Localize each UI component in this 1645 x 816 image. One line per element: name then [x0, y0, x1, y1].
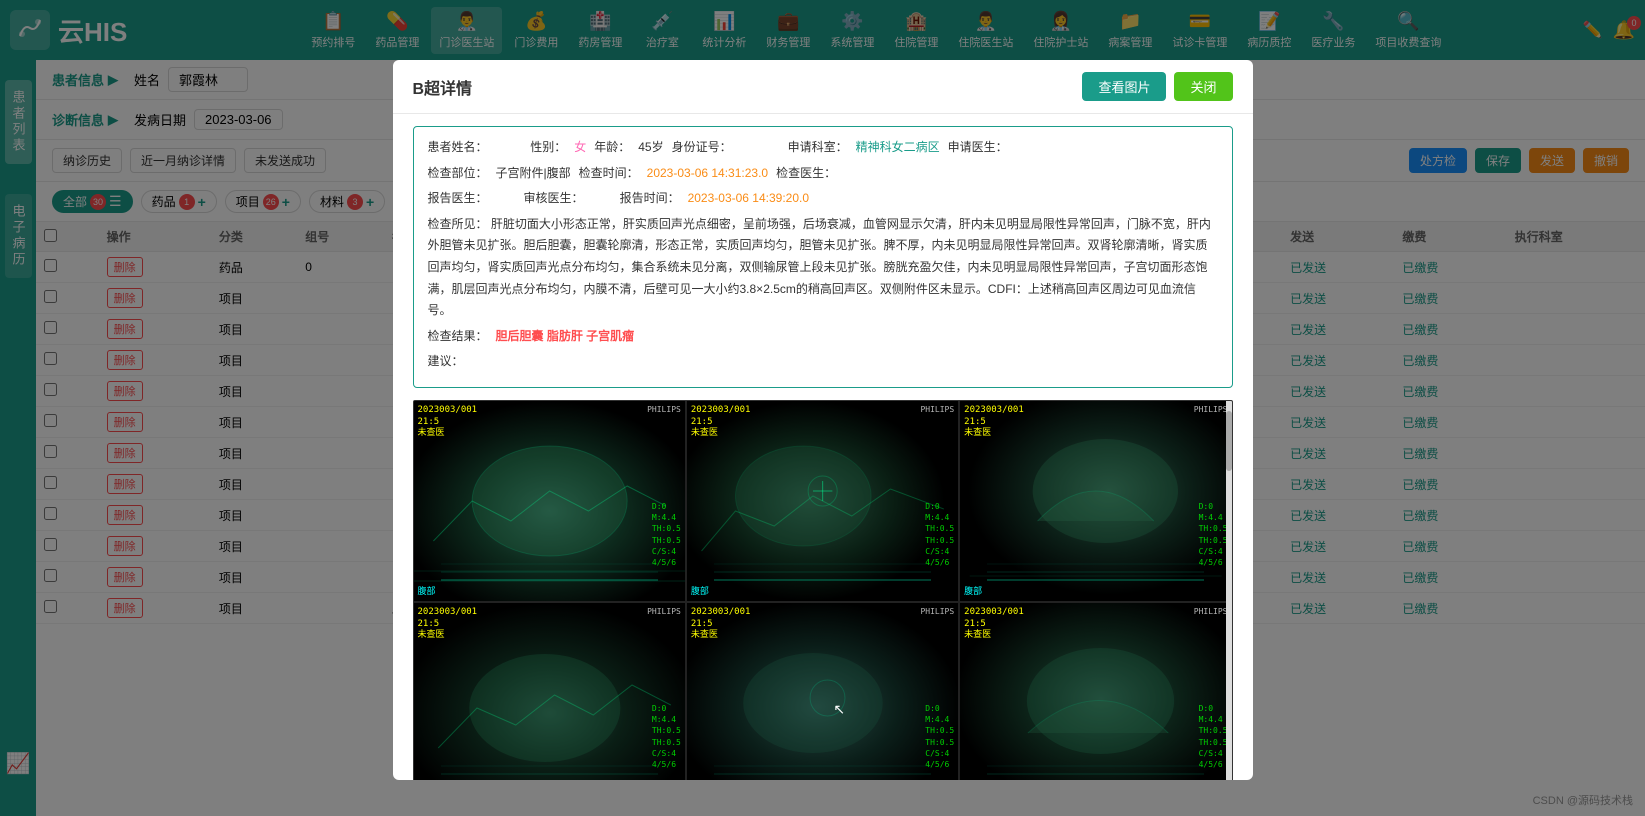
us-label-2: 2023003/00121:5未查医 — [691, 405, 751, 440]
scrollbar[interactable] — [1226, 401, 1232, 780]
exam-time-value: 2023-03-06 14:31:23.0 — [647, 163, 768, 185]
us-measure-2: D:0M:4.4TH:0.5TH:0.5C/S:44/5/6 — [925, 501, 954, 568]
patient-name-value — [496, 137, 523, 159]
findings-text: 肝脏切面大小形态正常，肝实质回声光点细密，呈前场强，后场衰减，血管网显示欠清，肝… — [428, 217, 1211, 317]
us-image-5: 2023003/00121:5未查医 PHILIPS 腹部 D:0M:4.4TH… — [687, 603, 958, 780]
request-doctor-label: 申请医生： — [948, 137, 1008, 159]
scrollbar-thumb[interactable] — [1226, 411, 1232, 471]
us-bottom-1: 腹部 — [418, 584, 436, 597]
us-label-5: 2023003/00121:5未查医 — [691, 607, 751, 642]
modal-body: 患者姓名： 性别： 女 年龄： 45岁 身份证号： 申请科室： 精神科女二病区 … — [393, 114, 1253, 780]
us-brand-1: PHILIPS — [647, 405, 681, 414]
us-image-1: 2023003/00121:5未查医 PHILIPS 腹部 D:0M:4.4TH… — [414, 401, 685, 601]
us-label-3: 2023003/00121:5未查医 — [964, 405, 1024, 440]
gender-label: 性别： — [530, 137, 566, 159]
us-label-4: 2023003/00121:5未查医 — [418, 607, 478, 642]
us-measure-3: D:0M:4.4TH:0.5TH:0.5C/S:44/5/6 — [1199, 501, 1228, 568]
age-label: 年龄： — [594, 137, 630, 159]
report-doctor-value — [496, 188, 516, 210]
us-image-4: 2023003/00121:5未查医 PHILIPS 腹部 D:0M:4.4TH… — [414, 603, 685, 780]
review-doctor-label: 审核医生： — [524, 188, 584, 210]
us-brand-6: PHILIPS — [1194, 607, 1228, 616]
exam-doctor-label: 检查医生： — [776, 163, 836, 185]
report-time-label: 报告时间： — [620, 188, 680, 210]
age-value: 45岁 — [638, 137, 663, 159]
review-doctor-value — [592, 188, 612, 210]
us-label-1: 2023003/00121:5未查医 — [418, 405, 478, 440]
exam-location-value: 子宫附件|腹部 — [496, 163, 571, 185]
suggestion-label: 建议： — [428, 351, 464, 373]
us-bottom-3: 腹部 — [964, 584, 982, 597]
us-image-6: 2023003/00121:5未查医 PHILIPS 腹部 D:0M:4.4TH… — [960, 603, 1231, 780]
findings-label: 检查所见： — [428, 217, 488, 231]
us-measure-5: D:0M:4.4TH:0.5TH:0.5C/S:44/5/6 — [925, 703, 954, 770]
us-label-6: 2023003/00121:5未查医 — [964, 607, 1024, 642]
us-image-2: 2023003/00121:5未查医 PHILIPS 腹部 D:0M:4.4TH… — [687, 401, 958, 601]
modal-title: B超详情 — [413, 75, 473, 99]
report-time-value: 2023-03-06 14:39:20.0 — [688, 188, 809, 210]
modal-close-btn[interactable]: 关闭 — [1174, 72, 1232, 101]
modal-overlay[interactable]: B超详情 查看图片 关闭 患者姓名： 性别： 女 年龄： 45岁 身份证号： — [0, 0, 1645, 816]
request-dept-label: 申请科室： — [788, 137, 848, 159]
conclusion-label: 检查结果： — [428, 326, 488, 348]
us-brand-2: PHILIPS — [920, 405, 954, 414]
gender-value: 女 — [574, 137, 586, 159]
us-measure-1: D:0M:4.4TH:0.5TH:0.5C/S:44/5/6 — [652, 501, 681, 568]
id-value — [740, 137, 780, 159]
us-image-3: 2023003/00121:5未查医 PHILIPS 腹部 D:0M:4.4TH… — [960, 401, 1231, 601]
us-brand-5: PHILIPS — [920, 607, 954, 616]
id-label: 身份证号： — [672, 137, 732, 159]
us-brand-3: PHILIPS — [1194, 405, 1228, 414]
ultrasound-images: 2023003/00121:5未查医 PHILIPS 腹部 D:0M:4.4TH… — [413, 400, 1233, 780]
patient-name-label: 患者姓名： — [428, 137, 488, 159]
us-image-grid: 2023003/00121:5未查医 PHILIPS 腹部 D:0M:4.4TH… — [414, 401, 1232, 780]
conclusion-value: 胆后胆囊 脂肪肝 子宫肌瘤 — [496, 326, 635, 348]
report-doctor-label: 报告医生： — [428, 188, 488, 210]
exam-time-label: 检查时间： — [579, 163, 639, 185]
us-brand-4: PHILIPS — [647, 607, 681, 616]
us-bottom-2: 腹部 — [691, 584, 709, 597]
us-measure-4: D:0M:4.4TH:0.5TH:0.5C/S:44/5/6 — [652, 703, 681, 770]
modal-header: B超详情 查看图片 关闭 — [393, 60, 1253, 114]
us-measure-6: D:0M:4.4TH:0.5TH:0.5C/S:44/5/6 — [1199, 703, 1228, 770]
view-image-btn[interactable]: 查看图片 — [1082, 72, 1166, 101]
bchao-modal: B超详情 查看图片 关闭 患者姓名： 性别： 女 年龄： 45岁 身份证号： — [393, 60, 1253, 780]
report-info: 患者姓名： 性别： 女 年龄： 45岁 身份证号： 申请科室： 精神科女二病区 … — [413, 126, 1233, 388]
exam-location-label: 检查部位： — [428, 163, 488, 185]
request-dept-value: 精神科女二病区 — [856, 137, 940, 159]
modal-actions: 查看图片 关闭 — [1082, 72, 1232, 101]
